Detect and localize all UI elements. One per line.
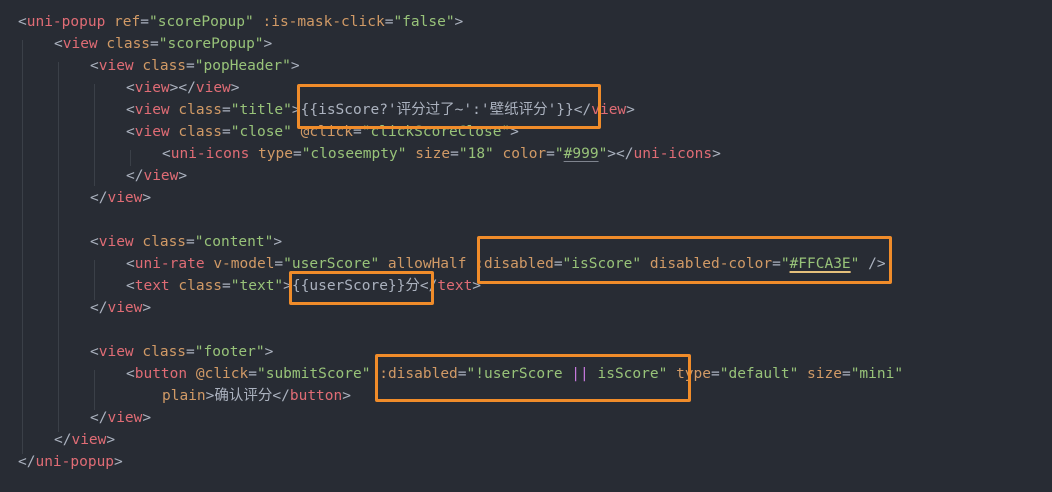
highlight-box-title-expression	[297, 84, 601, 129]
code-line-2: <view class="scorePopup">	[54, 36, 273, 52]
indent-guide	[94, 370, 95, 410]
code-line-20: </view>	[54, 432, 116, 448]
indent-guide	[94, 260, 95, 300]
code-line-8: </view>	[126, 168, 188, 184]
indent-guide	[58, 62, 59, 432]
code-line-11: <view class="content">	[90, 234, 283, 250]
code-line-4: <view></view>	[126, 80, 240, 96]
highlight-box-rate-disabled	[477, 236, 892, 284]
highlight-box-button-disabled	[375, 354, 691, 402]
highlight-box-user-score	[289, 271, 434, 305]
indent-guide	[94, 84, 95, 186]
code-line-1: <uni-popup ref="scorePopup" :is-mask-cli…	[18, 14, 464, 30]
code-editor[interactable]: <uni-popup ref="scorePopup" :is-mask-cli…	[0, 0, 1052, 492]
indent-guide	[22, 40, 23, 454]
code-line-16: <view class="footer">	[90, 344, 274, 360]
code-line-14: </view>	[90, 300, 152, 316]
code-line-18: plain>确认评分</button>	[162, 388, 351, 404]
color-value-999: #999	[563, 146, 599, 162]
code-line-3: <view class="popHeader">	[90, 58, 300, 74]
code-line-21: </uni-popup>	[18, 454, 123, 470]
code-line-7: <uni-icons type="closeempty" size="18" c…	[162, 146, 721, 162]
code-line-19: </view>	[90, 410, 152, 426]
code-line-9: </view>	[90, 190, 152, 206]
indent-guide	[130, 150, 131, 166]
